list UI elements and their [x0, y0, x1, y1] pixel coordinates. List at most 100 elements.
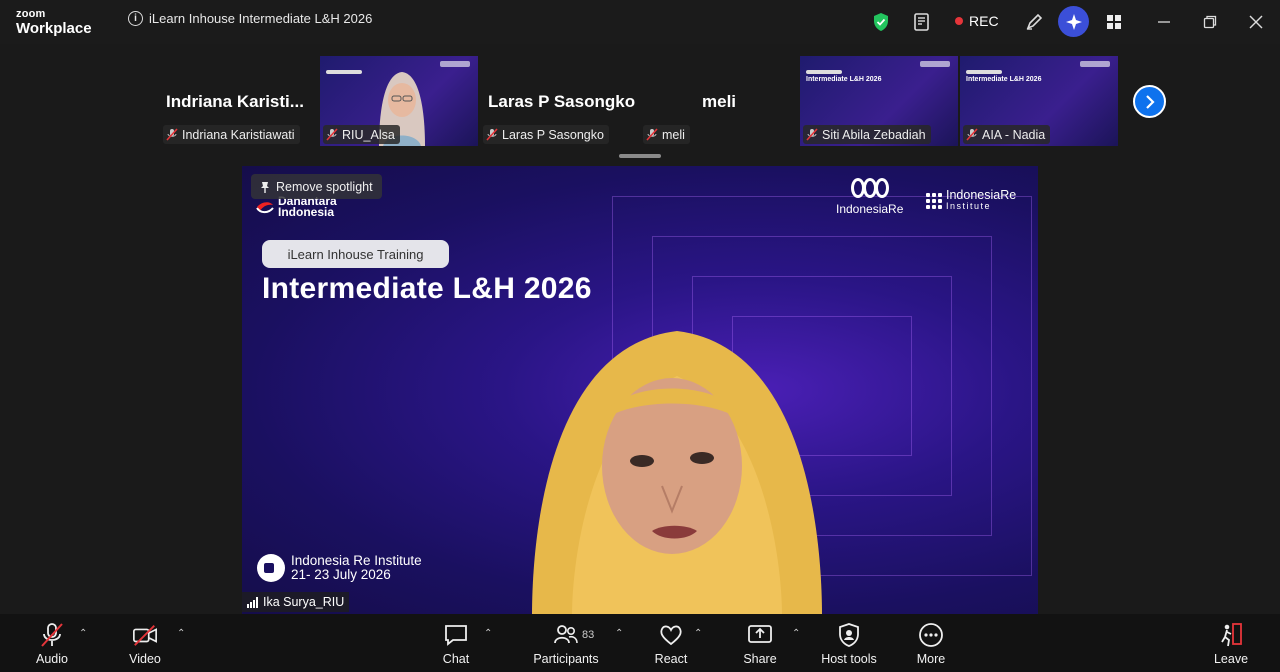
participants-options-chevron-icon[interactable]: ⌃: [615, 628, 623, 639]
encryption-shield-icon[interactable]: [869, 10, 893, 34]
video-options-chevron-icon[interactable]: ⌃: [177, 628, 185, 639]
mic-muted-icon: [326, 128, 338, 141]
notes-icon[interactable]: [910, 10, 934, 34]
danantara-logo: Danantara Indonesia: [256, 195, 337, 219]
mic-muted-icon: [806, 128, 818, 141]
chevron-right-icon: [1145, 94, 1155, 109]
more-button[interactable]: More: [891, 622, 971, 666]
participant-name: meli: [662, 127, 685, 142]
slide-pill: iLearn Inhouse Training: [262, 240, 449, 268]
participant-label: Indriana Karistiawati: [163, 125, 300, 144]
recording-indicator[interactable]: REC: [955, 13, 999, 29]
heart-icon: [658, 622, 684, 648]
leave-label: Leave: [1213, 652, 1249, 666]
host-shield-icon: [836, 622, 862, 648]
react-label: React: [654, 652, 688, 666]
indonesiare-institute-logo: IndonesiaRe Institute: [926, 189, 1016, 212]
remove-spotlight-label: Remove spotlight: [276, 179, 373, 194]
slide-title-thumb: Intermediate L&H 2026: [966, 76, 1042, 83]
participant-label: RIU_Alsa: [323, 125, 400, 144]
close-icon[interactable]: [1244, 10, 1268, 34]
participant-label: AIA - Nadia: [963, 125, 1051, 144]
mic-muted-icon: [166, 128, 178, 141]
participant-tile[interactable]: Indriana Karisti... Indriana Karistiawat…: [160, 56, 318, 146]
mic-muted-icon: [646, 128, 658, 141]
signal-strength-icon: [247, 596, 258, 608]
participants-icon: [553, 622, 579, 648]
share-options-chevron-icon[interactable]: ⌃: [792, 628, 800, 639]
zoom-logo: zoom Workplace: [16, 8, 92, 37]
danantara-mark-icon: [256, 199, 274, 215]
participant-label: Siti Abila Zebadiah: [803, 125, 931, 144]
strip-resize-handle[interactable]: [619, 154, 661, 158]
participant-name: Siti Abila Zebadiah: [822, 127, 926, 142]
slide-title-thumb: Intermediate L&H 2026: [806, 76, 882, 83]
brand-line2: Workplace: [16, 20, 92, 37]
event-info: Indonesia Re Institute 21- 23 July 2026: [257, 554, 422, 582]
remove-spotlight-button[interactable]: Remove spotlight: [251, 174, 382, 199]
event-line1: Indonesia Re Institute: [291, 553, 422, 568]
meeting-toolbar: Audio ⌃ Video ⌃ Chat ⌃ Participants 83 ⌃: [0, 614, 1280, 672]
audio-options-chevron-icon[interactable]: ⌃: [79, 628, 87, 639]
participant-tile[interactable]: Laras P Sasongko Laras P Sasongko: [480, 56, 638, 146]
participant-thumbnail-strip: Indriana Karisti... Indriana Karistiawat…: [0, 44, 1280, 160]
share-button[interactable]: Share: [720, 622, 800, 666]
audio-label: Audio: [36, 652, 68, 666]
participants-count: 83: [582, 629, 595, 641]
participant-tile[interactable]: Intermediate L&H 2026 Siti Abila Zebadia…: [800, 56, 958, 146]
camera-logo-icon: [257, 554, 285, 582]
share-screen-icon: [747, 622, 773, 648]
rec-label: REC: [969, 13, 999, 29]
mic-muted-icon: [39, 622, 65, 648]
participant-display-name: meli: [702, 92, 737, 111]
restore-icon[interactable]: [1198, 10, 1222, 34]
mic-muted-icon: [486, 128, 498, 141]
participant-name: RIU_Alsa: [342, 127, 395, 142]
meeting-info[interactable]: i iLearn Inhouse Intermediate L&H 2026: [128, 11, 372, 26]
spotlight-video[interactable]: Danantara Indonesia Remove spotlight iLe…: [242, 166, 1038, 614]
ai-companion-button[interactable]: [1058, 6, 1089, 37]
chat-options-chevron-icon[interactable]: ⌃: [484, 628, 492, 639]
zoom-app-window: zoom Workplace i iLearn Inhouse Intermed…: [0, 0, 1280, 672]
host-tools-button[interactable]: Host tools: [809, 622, 889, 666]
more-dots-icon: [918, 622, 944, 648]
host-tools-label: Host tools: [821, 652, 877, 666]
chat-label: Chat: [442, 652, 470, 666]
event-line2: 21- 23 July 2026: [291, 567, 391, 582]
indonesiare-logo: IndonesiaRe: [836, 178, 903, 216]
participants-label: Participants: [533, 652, 599, 666]
minimize-icon[interactable]: [1152, 10, 1176, 34]
org-line2: Indonesia: [278, 205, 335, 219]
participant-name: Indriana Karistiawati: [182, 127, 295, 142]
leave-door-icon: [1218, 622, 1244, 648]
video-button[interactable]: Video: [105, 622, 185, 666]
more-label: More: [916, 652, 946, 666]
participant-tile[interactable]: RIU_Alsa: [320, 56, 478, 146]
annotate-pen-icon[interactable]: [1022, 10, 1046, 34]
meeting-title: iLearn Inhouse Intermediate L&H 2026: [149, 11, 373, 26]
share-label: Share: [743, 652, 777, 666]
pin-icon: [261, 181, 269, 193]
presenter-video: [532, 331, 822, 614]
participant-name: AIA - Nadia: [982, 127, 1046, 142]
participant-label: meli: [643, 125, 690, 144]
video-off-icon: [132, 622, 158, 648]
participant-name: Laras P Sasongko: [502, 127, 604, 142]
video-label: Video: [129, 652, 161, 666]
participant-tile[interactable]: meli meli: [640, 56, 798, 146]
participant-display-name: Laras P Sasongko: [488, 92, 636, 111]
recording-dot-icon: [955, 17, 963, 25]
mic-muted-icon: [966, 128, 978, 141]
info-icon[interactable]: i: [128, 11, 143, 26]
chat-bubble-icon: [443, 622, 469, 648]
next-page-button[interactable]: [1133, 85, 1166, 118]
apps-grid-icon[interactable]: [1102, 10, 1126, 34]
brand-line1: zoom: [16, 8, 46, 20]
react-options-chevron-icon[interactable]: ⌃: [694, 628, 702, 639]
leave-button[interactable]: Leave: [1191, 622, 1271, 666]
participant-tile[interactable]: Intermediate L&H 2026 AIA - Nadia: [960, 56, 1118, 146]
sparkle-icon: [1065, 13, 1082, 30]
slide-title: Intermediate L&H 2026: [262, 272, 592, 305]
participant-label: Laras P Sasongko: [483, 125, 609, 144]
speaker-name-tag: Ika Surya_RIU: [242, 592, 350, 612]
